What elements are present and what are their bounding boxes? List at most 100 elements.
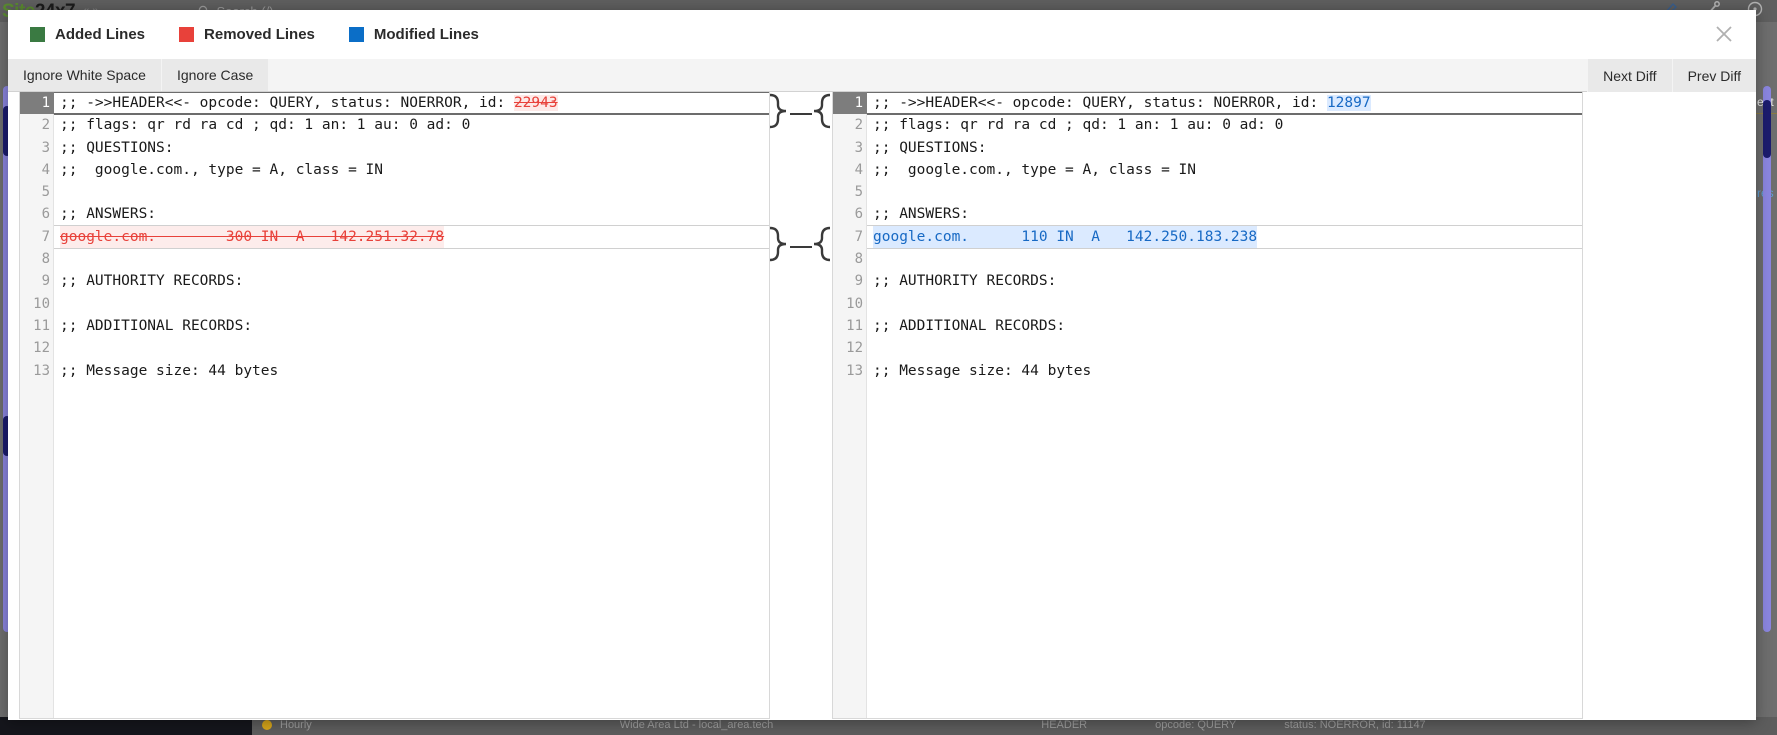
ignore-white-space-button[interactable]: Ignore White Space	[8, 59, 162, 91]
diff-row[interactable]: 12	[833, 337, 1582, 359]
bottom-status-cell-1: Wide Area Ltd - local_area.tech	[620, 719, 773, 731]
line-number: 8	[833, 248, 863, 270]
line-number: 2	[833, 114, 863, 136]
diff-row[interactable]: 2 ;; flags: qr rd ra cd ; qd: 1 an: 1 au:…	[833, 114, 1582, 136]
inline-diff-token: 22943	[514, 95, 558, 111]
diff-row[interactable]: 7google.com. 300 IN A 142.251.32.78	[20, 226, 769, 248]
code-line	[54, 293, 769, 315]
diff-row[interactable]: 11 ;; ADDITIONAL RECORDS:	[20, 315, 769, 337]
code-line	[867, 337, 1582, 359]
code-line: ;; QUESTIONS:	[867, 137, 1582, 159]
diff-row[interactable]: 8	[20, 248, 769, 270]
code-text: ;; flags: qr rd ra cd ; qd: 1 an: 1 au: …	[873, 117, 1283, 133]
close-icon	[1714, 24, 1734, 49]
diff-row[interactable]: 13;; Message size: 44 bytes	[20, 360, 769, 382]
diff-row[interactable]: 2;; flags: qr rd ra cd ; qd: 1 an: 1 au:…	[20, 114, 769, 136]
line-number: 5	[20, 181, 50, 203]
legend-item-removed: Removed Lines	[179, 26, 315, 43]
ignore-case-button[interactable]: Ignore Case	[162, 59, 269, 91]
diff-row[interactable]: 1;; ->>HEADER<<- opcode: QUERY, status: …	[833, 92, 1582, 114]
diff-row[interactable]: 7 google.com. 110 IN A 142.250.183.238	[833, 226, 1582, 248]
diff-lines-left[interactable]: 1;; ->>HEADER<<- opcode: QUERY, status: …	[20, 92, 769, 382]
code-text: ;; ->>HEADER<<- opcode: QUERY, status: N…	[60, 95, 514, 111]
diff-row[interactable]: 3;; QUESTIONS:	[20, 137, 769, 159]
line-number: 13	[833, 360, 863, 382]
diff-lines-right[interactable]: 1;; ->>HEADER<<- opcode: QUERY, status: …	[833, 92, 1582, 382]
diff-toolbar: Ignore White Space Ignore Case Next Diff…	[8, 59, 1756, 92]
code-line	[867, 293, 1582, 315]
diff-pane-right[interactable]: 1;; ->>HEADER<<- opcode: QUERY, status: …	[832, 92, 1583, 719]
diff-legend: Added Lines Removed Lines Modified Lines	[8, 10, 1756, 59]
code-line: ;; ADDITIONAL RECORDS:	[54, 315, 769, 337]
diff-row[interactable]: 11 ;; ADDITIONAL RECORDS:	[833, 315, 1582, 337]
connector-bracket-left-2	[770, 228, 786, 260]
code-line: ;; Message size: 44 bytes	[54, 360, 769, 382]
line-number: 11	[20, 315, 50, 337]
diff-row[interactable]: 5	[20, 181, 769, 203]
diff-row[interactable]: 9;; AUTHORITY RECORDS:	[833, 270, 1582, 292]
code-line: ;; QUESTIONS:	[54, 137, 769, 159]
line-number: 11	[833, 315, 863, 337]
line-number: 7	[833, 226, 863, 248]
modal-scrollbar[interactable]	[1757, 92, 1765, 719]
line-number: 5	[833, 181, 863, 203]
code-line	[54, 337, 769, 359]
bottom-status-cell-3: opcode: QUERY	[1155, 719, 1236, 731]
code-line: ;; ANSWERS:	[54, 203, 769, 225]
code-text: ;; ANSWERS:	[873, 206, 969, 222]
diff-row[interactable]: 10	[20, 293, 769, 315]
code-line	[54, 181, 769, 203]
diff-row[interactable]: 6 ;; ANSWERS:	[833, 203, 1582, 225]
close-button[interactable]	[1710, 22, 1738, 50]
line-number: 2	[20, 114, 50, 136]
diff-row[interactable]: 3;; QUESTIONS:	[833, 137, 1582, 159]
code-text: ;; google.com., type = A, class = IN	[60, 162, 383, 178]
code-line	[867, 248, 1582, 270]
code-text: ;; AUTHORITY RECORDS:	[60, 273, 243, 289]
code-line	[867, 181, 1582, 203]
line-number: 12	[20, 337, 50, 359]
diff-connector-svg	[770, 92, 832, 719]
diff-row[interactable]: 4 ;; google.com., type = A, class = IN	[20, 159, 769, 181]
code-text: ;; ADDITIONAL RECORDS:	[873, 318, 1065, 334]
removed-lines-swatch	[179, 27, 194, 42]
code-text: ;; ADDITIONAL RECORDS:	[60, 318, 252, 334]
diff-body: 1;; ->>HEADER<<- opcode: QUERY, status: …	[8, 92, 1756, 719]
diff-row[interactable]: 1;; ->>HEADER<<- opcode: QUERY, status: …	[20, 92, 769, 114]
legend-label-added: Added Lines	[55, 26, 145, 43]
next-diff-button[interactable]: Next Diff	[1587, 59, 1671, 92]
diff-pane-left[interactable]: 1;; ->>HEADER<<- opcode: QUERY, status: …	[19, 92, 770, 719]
diff-row[interactable]: 6;; ANSWERS:	[20, 203, 769, 225]
diff-row[interactable]: 8	[833, 248, 1582, 270]
diff-toolbar-right: Next Diff Prev Diff	[1587, 59, 1756, 92]
line-number: 4	[833, 159, 863, 181]
code-line: google.com. 300 IN A 142.251.32.78	[54, 226, 769, 248]
diff-row[interactable]: 10	[833, 293, 1582, 315]
line-number: 9	[20, 270, 50, 292]
bottom-status-cell-4: status: NOERROR, id: 11147	[1284, 719, 1425, 731]
line-number: 9	[833, 270, 863, 292]
legend-label-modified: Modified Lines	[374, 26, 479, 43]
inline-diff-token: 12897	[1327, 95, 1371, 111]
diff-row[interactable]: 4;; google.com., type = A, class = IN	[833, 159, 1582, 181]
legend-item-added: Added Lines	[30, 26, 145, 43]
modified-line-text: google.com. 110 IN A 142.250.183.238	[873, 226, 1257, 248]
diff-row[interactable]: 9 ;; AUTHORITY RECORDS:	[20, 270, 769, 292]
code-line: ;; flags: qr rd ra cd ; qd: 1 an: 1 au: …	[54, 114, 769, 136]
diff-row[interactable]: 5	[833, 181, 1582, 203]
line-number: 8	[20, 248, 50, 270]
bottom-status-cell-2: HEADER	[1041, 719, 1087, 731]
code-text: ;; ANSWERS:	[60, 206, 156, 222]
line-number: 10	[833, 293, 863, 315]
line-number: 4	[20, 159, 50, 181]
diff-toolbar-left: Ignore White Space Ignore Case	[8, 59, 269, 91]
diff-row[interactable]: 12	[20, 337, 769, 359]
prev-diff-button[interactable]: Prev Diff	[1672, 59, 1756, 92]
line-number: 3	[833, 137, 863, 159]
modified-lines-swatch	[349, 27, 364, 42]
bottom-status-row: Hourly Wide Area Ltd - local_area.tech H…	[262, 719, 1426, 731]
diff-row[interactable]: 13;; Message size: 44 bytes	[833, 360, 1582, 382]
line-number: 6	[833, 203, 863, 225]
connector-bracket-left-1	[770, 95, 786, 127]
line-number: 13	[20, 360, 50, 382]
